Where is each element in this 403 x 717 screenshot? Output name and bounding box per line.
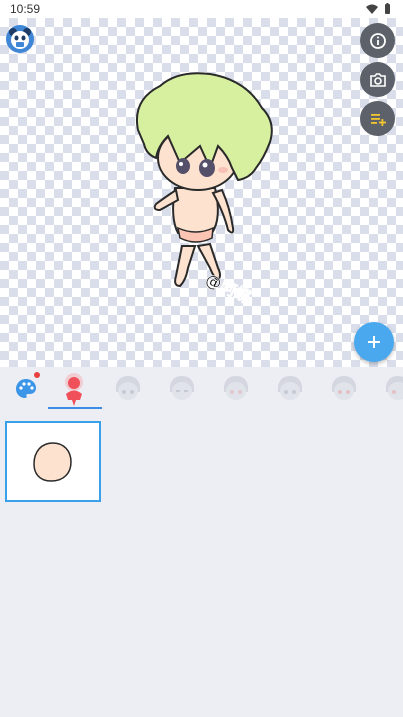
skin-tone-option[interactable] <box>5 421 101 502</box>
head-icon <box>116 376 140 400</box>
head-icon <box>170 376 194 400</box>
watermark-text: @阿蝶 <box>202 270 255 308</box>
info-icon <box>369 32 386 49</box>
plus-icon <box>368 336 380 348</box>
body-icon <box>65 373 83 406</box>
add-list-icon <box>370 113 386 126</box>
head-icon <box>224 376 248 400</box>
tab-head-3[interactable] <box>212 371 260 407</box>
status-icons <box>366 3 391 14</box>
selected-tab-indicator <box>48 407 102 409</box>
camera-icon <box>369 72 386 87</box>
tab-body[interactable] <box>50 371 98 407</box>
head-icon <box>386 376 403 400</box>
status-bar: 10:59 <box>0 0 403 18</box>
camera-button[interactable] <box>360 62 395 97</box>
head-icon <box>332 376 356 400</box>
tab-head-5[interactable] <box>320 371 368 407</box>
status-time: 10:59 <box>10 2 41 16</box>
info-button[interactable] <box>360 23 395 58</box>
app-logo[interactable] <box>6 25 34 53</box>
tab-head-6[interactable] <box>374 371 403 407</box>
battery-icon <box>385 3 390 14</box>
svg-text:@阿蝶: @阿蝶 <box>202 270 254 308</box>
head-icon <box>278 376 302 400</box>
head-shape-swatch <box>33 441 72 482</box>
character-preview <box>136 72 273 288</box>
character-canvas[interactable]: @阿蝶 <box>0 18 403 367</box>
category-tab-bar <box>0 367 403 411</box>
tab-head-1[interactable] <box>104 371 152 407</box>
notification-dot <box>34 372 40 378</box>
add-list-button[interactable] <box>360 101 395 136</box>
tab-head-2[interactable] <box>158 371 206 407</box>
add-button[interactable] <box>354 322 394 362</box>
palette-icon <box>16 379 36 398</box>
tab-head-4[interactable] <box>266 371 314 407</box>
panda-icon <box>9 28 31 49</box>
tab-palette[interactable] <box>2 371 50 407</box>
wifi-icon <box>366 4 378 14</box>
